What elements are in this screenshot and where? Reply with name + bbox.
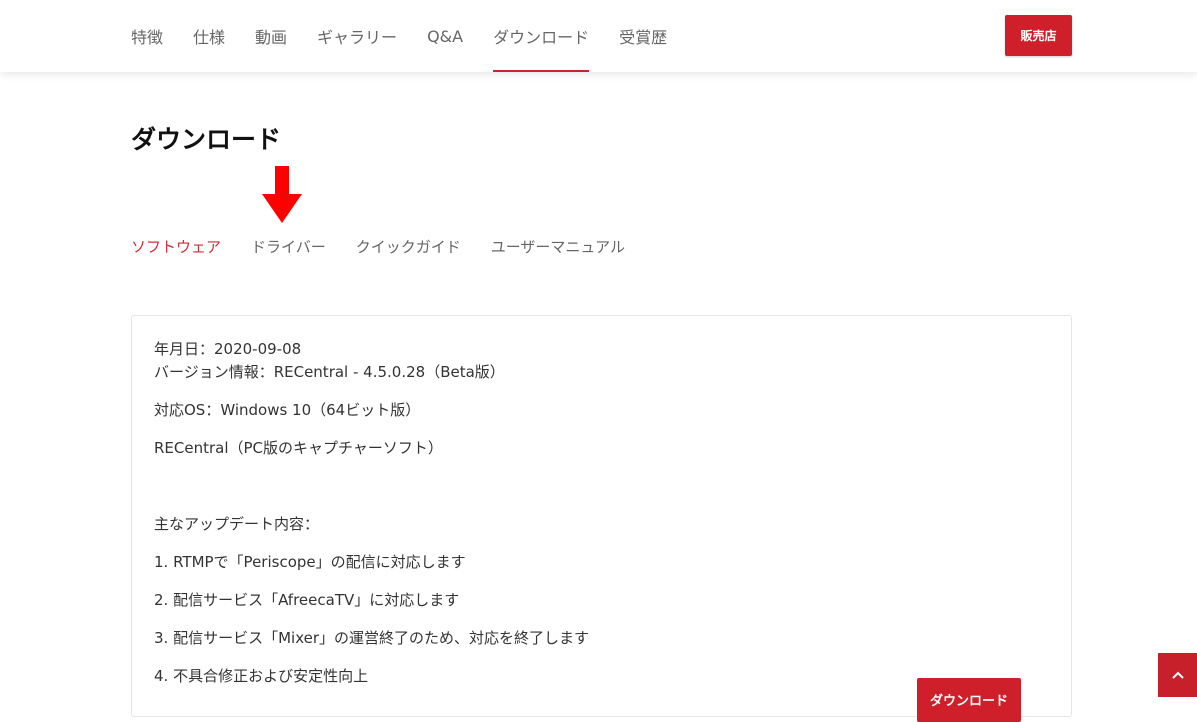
update-item: 1. RTMPで「Periscope」の配信に対応します: [154, 553, 466, 571]
release-details: 年月日：2020-09-08 バージョン情報：RECentral - 4.5.0…: [154, 338, 1044, 688]
download-category-tabs: ソフトウェア ドライバー クイックガイド ユーザーマニュアル: [131, 236, 655, 257]
download-button[interactable]: ダウンロード: [917, 678, 1021, 722]
tab-user-manual[interactable]: ユーザーマニュアル: [491, 236, 625, 257]
release-version: バージョン情報：RECentral - 4.5.0.28（Beta版）: [154, 363, 505, 381]
nav-item-specs[interactable]: 仕様: [193, 0, 225, 72]
update-item: 3. 配信サービス「Mixer」の運営終了のため、対応を終了します: [154, 629, 590, 647]
top-navigation-bar: 特徴 仕様 動画 ギャラリー Q&A ダウンロード 受賞歴 販売店: [0, 0, 1197, 72]
red-arrow-down-icon: [262, 166, 302, 223]
chevron-up-icon: [1171, 671, 1184, 679]
nav-item-download[interactable]: ダウンロード: [493, 0, 590, 72]
release-description: RECentral（PC版のキャプチャーソフト）: [154, 439, 443, 457]
main-nav: 特徴 仕様 動画 ギャラリー Q&A ダウンロード 受賞歴: [131, 0, 697, 72]
page-title: ダウンロード: [131, 125, 282, 154]
tab-driver[interactable]: ドライバー: [251, 236, 326, 257]
nav-item-awards[interactable]: 受賞歴: [619, 0, 667, 72]
update-item: 2. 配信サービス「AfreecaTV」に対応します: [154, 591, 460, 609]
tab-software[interactable]: ソフトウェア: [131, 236, 221, 257]
release-os: 対応OS：Windows 10（64ビット版）: [154, 401, 421, 419]
updates-heading: 主なアップデート内容：: [154, 515, 320, 533]
nav-item-gallery[interactable]: ギャラリー: [317, 0, 397, 72]
update-item: 4. 不具合修正および安定性向上: [154, 667, 369, 685]
nav-item-qa[interactable]: Q&A: [427, 0, 463, 72]
release-date: 年月日：2020-09-08: [154, 340, 302, 358]
scroll-to-top-button[interactable]: [1158, 653, 1197, 697]
tab-quick-guide[interactable]: クイックガイド: [356, 236, 461, 257]
dealer-button[interactable]: 販売店: [1005, 15, 1072, 56]
release-card: 年月日：2020-09-08 バージョン情報：RECentral - 4.5.0…: [131, 315, 1072, 722]
nav-item-video[interactable]: 動画: [255, 0, 287, 72]
nav-item-features[interactable]: 特徴: [131, 0, 163, 72]
